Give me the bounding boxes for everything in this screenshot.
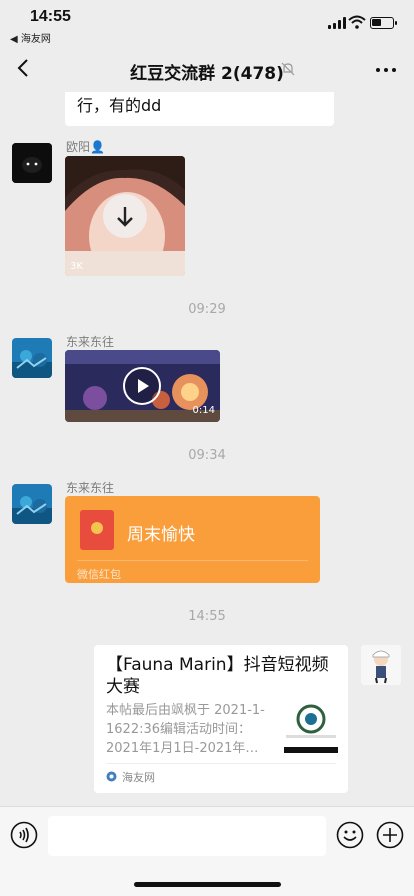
link-card-message[interactable]: 【Fauna Marin】抖音短视频大赛 本帖最后由飒枫于 2021-1-162… [94, 645, 348, 793]
avatar[interactable] [12, 143, 52, 183]
sender-name: 东来东往 [66, 335, 115, 349]
download-icon[interactable] [103, 194, 147, 238]
status-time: 14:55 [30, 8, 71, 25]
timestamp: 09:29 [188, 302, 226, 317]
chat-navbar: 红豆交流群 2(478) [0, 46, 414, 92]
back-to-app-link[interactable]: ◀ 海友网 [10, 30, 51, 45]
avatar[interactable] [12, 484, 52, 524]
link-title: 【Fauna Marin】抖音短视频大赛 [106, 655, 329, 697]
image-size: 3K [70, 261, 83, 272]
video-duration: 0:14 [192, 405, 215, 416]
plus-icon[interactable] [376, 821, 404, 849]
video-message[interactable]: 0:14 [65, 350, 220, 422]
play-icon[interactable] [123, 367, 161, 405]
red-packet-title: 周末愉快 [127, 525, 195, 545]
chat-title: 红豆交流群 2(478) [130, 64, 284, 84]
source-app-icon [106, 771, 117, 782]
more-options-button[interactable] [374, 66, 398, 74]
divider [106, 763, 336, 764]
sender-name: 东来东往 [66, 481, 115, 495]
message-input[interactable] [48, 816, 326, 856]
link-source: 海友网 [122, 771, 155, 784]
home-indicator[interactable] [134, 882, 281, 887]
signal-icon [328, 17, 346, 29]
red-packet-message[interactable]: 周末愉快 微信红包 [65, 496, 320, 583]
avatar[interactable] [361, 645, 401, 685]
mute-bell-icon [281, 62, 295, 76]
timestamp: 09:34 [188, 448, 226, 463]
red-packet-icon [80, 510, 114, 550]
status-bar: 14:55 ◀ 海友网 [0, 0, 414, 46]
red-packet-label: 微信红包 [77, 568, 121, 581]
avatar[interactable] [12, 338, 52, 378]
wifi-icon [348, 15, 366, 29]
battery-level [372, 19, 381, 26]
timestamp: 14:55 [188, 609, 226, 624]
battery-icon [370, 17, 397, 29]
link-description: 本帖最后由飒枫于 2021-1-1622:36编辑活动时间：2021年1月1日-… [106, 703, 265, 756]
sender-name: 欧阳👤 [66, 140, 105, 154]
text-message-bubble[interactable]: 行，有的dd [65, 92, 334, 126]
image-message[interactable]: 3K [65, 156, 185, 276]
divider [77, 560, 308, 561]
chat-area[interactable]: 行，有的dd 欧阳👤 3K 09:29 东来东往 0:14 09:34 东来东往… [0, 92, 414, 806]
emoji-icon[interactable] [336, 821, 364, 849]
voice-icon[interactable] [10, 821, 38, 849]
link-thumbnail [284, 697, 338, 753]
